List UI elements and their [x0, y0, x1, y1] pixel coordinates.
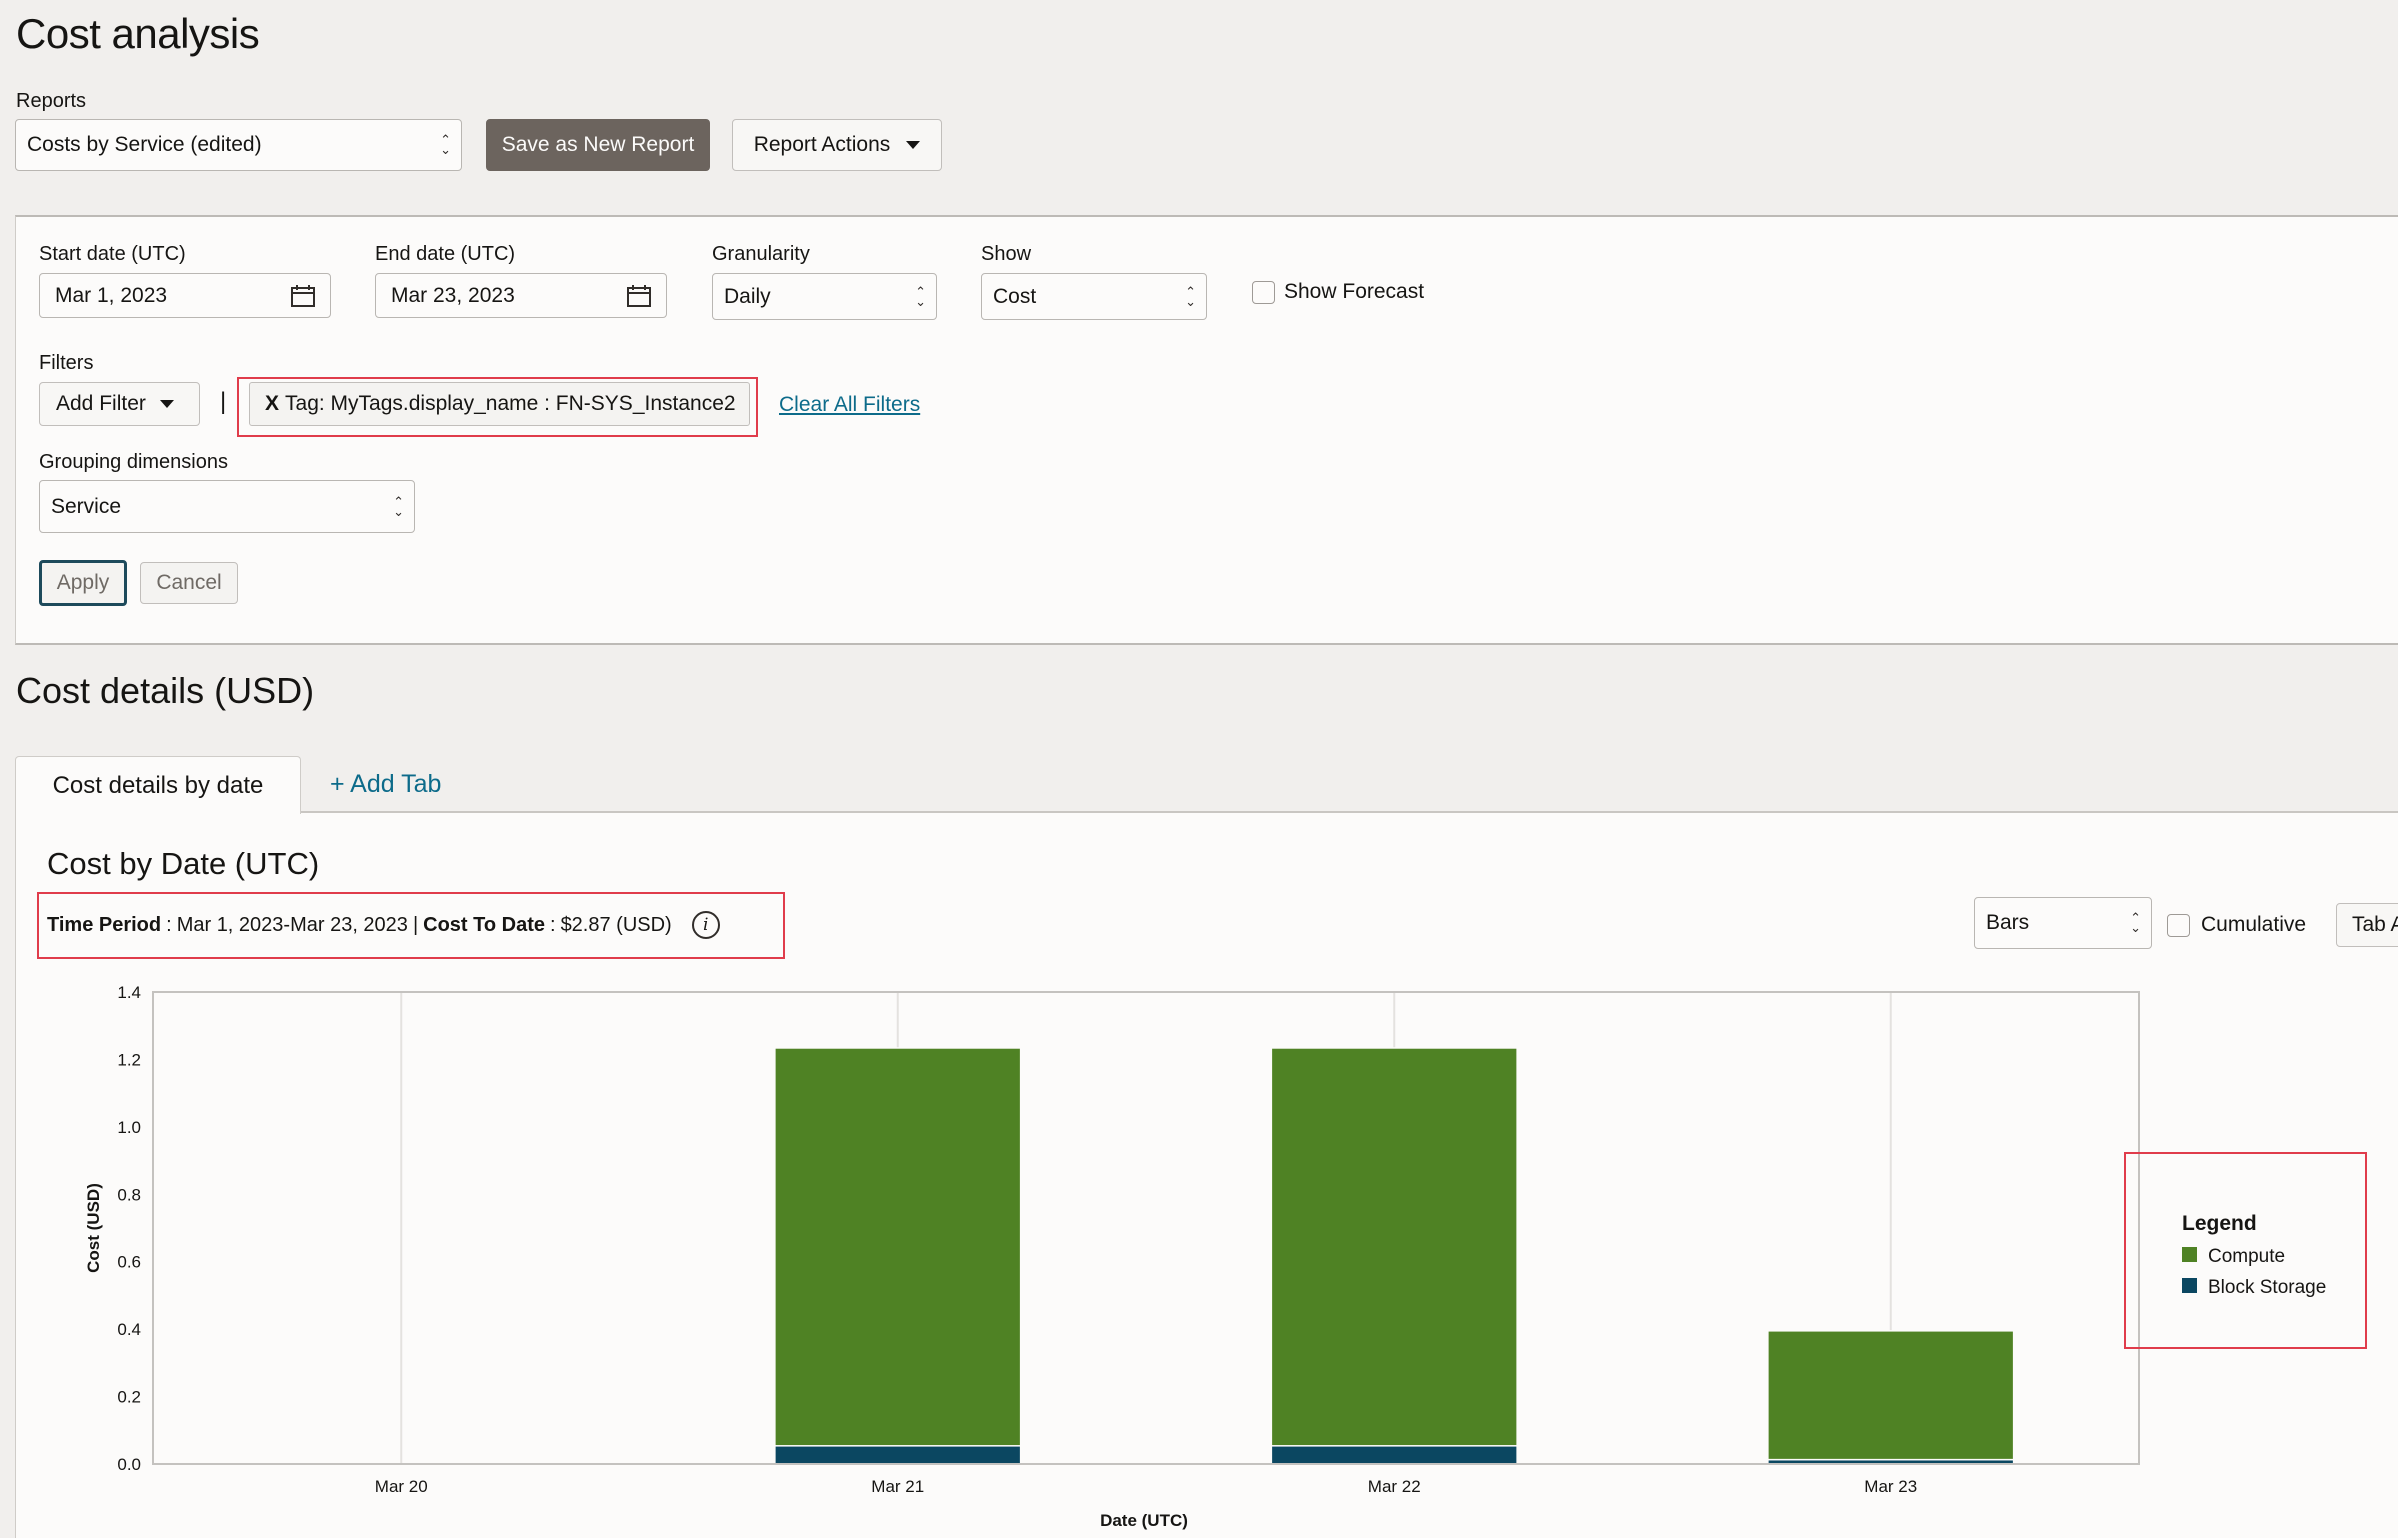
info-icon[interactable]: i: [691, 911, 720, 939]
apply-button[interactable]: Apply: [39, 560, 127, 606]
reports-label: Reports: [16, 90, 87, 112]
grouping-select[interactable]: Service ⌃ ⌄: [39, 480, 415, 533]
legend: Legend Compute Block Storage: [2182, 1212, 2326, 1298]
legend-title: Legend: [2182, 1212, 2257, 1235]
legend-swatch: [2182, 1278, 2197, 1293]
y-tick-label: 0.8: [117, 1185, 141, 1204]
select-arrows-icon: ⌃ ⌄: [1185, 283, 1196, 309]
add-filter-button[interactable]: Add Filter: [39, 382, 200, 426]
calendar-icon[interactable]: [290, 284, 316, 308]
grouping-value: Service: [51, 494, 122, 518]
active-filter-text: Tag: MyTags.display_name : FN-SYS_Instan…: [285, 392, 736, 415]
report-actions-button[interactable]: Report Actions: [732, 119, 942, 171]
end-date-input[interactable]: Mar 23, 2023: [375, 273, 667, 318]
grouping-label: Grouping dimensions: [39, 451, 228, 473]
summary-divider: |: [412, 913, 419, 936]
add-tab-link[interactable]: + Add Tab: [330, 770, 441, 799]
reports-select-value: Costs by Service (edited): [27, 133, 262, 156]
cumulative-checkbox[interactable]: [2167, 914, 2190, 937]
start-date-input[interactable]: Mar 1, 2023: [39, 273, 331, 318]
cost-details-heading: Cost details (USD): [16, 670, 315, 711]
cost-by-date-chart: 0.0 0.2 0.4 0.6 0.8 1.0 1.2 1.4 Mar 20 Mar 21 Mar…: [84, 983, 2367, 1530]
time-period-label: Time Period: [47, 913, 162, 936]
start-date-value: Mar 1, 2023: [55, 283, 168, 307]
add-filter-label: Add Filter: [56, 392, 146, 415]
cost-summary: Time Period : Mar 1, 2023-Mar 23, 2023 |…: [47, 911, 720, 939]
chart-heading: Cost by Date (UTC): [47, 846, 320, 881]
remove-filter-icon[interactable]: X: [265, 392, 279, 416]
bar-compute: [774, 1047, 1022, 1447]
granularity-value: Daily: [724, 284, 771, 308]
granularity-select[interactable]: Daily ⌃ ⌄: [712, 273, 937, 320]
granularity-label: Granularity: [712, 243, 810, 265]
end-date-value: Mar 23, 2023: [391, 283, 515, 307]
show-select[interactable]: Cost ⌃ ⌄: [981, 273, 1207, 320]
bar-block-storage: [1270, 1445, 1518, 1465]
x-axis-title: Date (UTC): [1100, 1511, 1188, 1530]
cancel-button[interactable]: Cancel: [140, 562, 238, 604]
show-label: Show: [981, 243, 1032, 265]
y-tick-label: 0.6: [117, 1253, 141, 1272]
filter-separator: |: [220, 388, 227, 415]
select-arrows-icon: ⌃ ⌄: [393, 493, 404, 519]
select-arrows-icon: ⌃ ⌄: [915, 283, 926, 309]
tab-strip-divider: [300, 811, 2398, 813]
start-date-label: Start date (UTC): [39, 243, 186, 265]
x-tick-label: Mar 22: [1368, 1477, 1421, 1496]
caret-down-icon: [159, 400, 174, 408]
save-as-new-report-button[interactable]: Save as New Report: [486, 119, 710, 171]
y-tick-label: 1.4: [117, 983, 141, 1002]
calendar-icon[interactable]: [626, 284, 652, 308]
clear-all-filters-link[interactable]: Clear All Filters: [779, 393, 920, 417]
page-title: Cost analysis: [16, 10, 260, 57]
cost-to-date-label: Cost To Date: [423, 913, 545, 936]
cost-to-date-value: $2.87 (USD): [560, 913, 672, 936]
bar-compute: [1767, 1330, 2015, 1461]
end-date-label: End date (UTC): [375, 243, 516, 265]
legend-swatch: [2182, 1247, 2197, 1262]
bar-compute: [1270, 1047, 1518, 1447]
legend-label: Block Storage: [2208, 1277, 2326, 1298]
active-filter-chip[interactable]: X Tag: MyTags.display_name : FN-SYS_Inst…: [249, 382, 750, 426]
x-tick-label: Mar 23: [1864, 1477, 1917, 1496]
y-tick-label: 0.4: [117, 1320, 141, 1339]
x-tick-label: Mar 21: [871, 1477, 924, 1496]
x-tick-label: Mar 20: [375, 1477, 428, 1496]
tab-cost-details-by-date[interactable]: Cost details by date: [15, 756, 301, 814]
show-value: Cost: [993, 284, 1037, 308]
y-axis-title: Cost (USD): [84, 1183, 103, 1273]
y-tick-label: 1.0: [117, 1118, 141, 1137]
show-forecast-label: Show Forecast: [1284, 280, 1425, 303]
y-tick-label: 1.2: [117, 1050, 141, 1069]
select-arrows-icon: ⌃ ⌄: [440, 132, 451, 157]
cumulative-label: Cumulative: [2201, 913, 2307, 936]
report-actions-label: Report Actions: [753, 133, 891, 156]
time-period-value: Mar 1, 2023-Mar 23, 2023: [176, 913, 408, 936]
caret-down-icon: [906, 141, 921, 149]
y-tick-label: 0.2: [117, 1388, 141, 1407]
chart-type-value: Bars: [1986, 911, 2030, 934]
reports-select[interactable]: Costs by Service (edited) ⌃ ⌄: [15, 119, 462, 171]
chart-type-select[interactable]: Bars ⌃ ⌄: [1974, 897, 2152, 949]
y-tick-label: 0.0: [117, 1455, 141, 1474]
filters-label: Filters: [39, 352, 94, 374]
tab-actions-button[interactable]: Tab A: [2336, 903, 2398, 947]
legend-label: Compute: [2208, 1246, 2285, 1267]
select-arrows-icon: ⌃ ⌄: [2130, 910, 2141, 935]
show-forecast-checkbox[interactable]: [1252, 281, 1275, 304]
bar-block-storage: [774, 1445, 1022, 1465]
